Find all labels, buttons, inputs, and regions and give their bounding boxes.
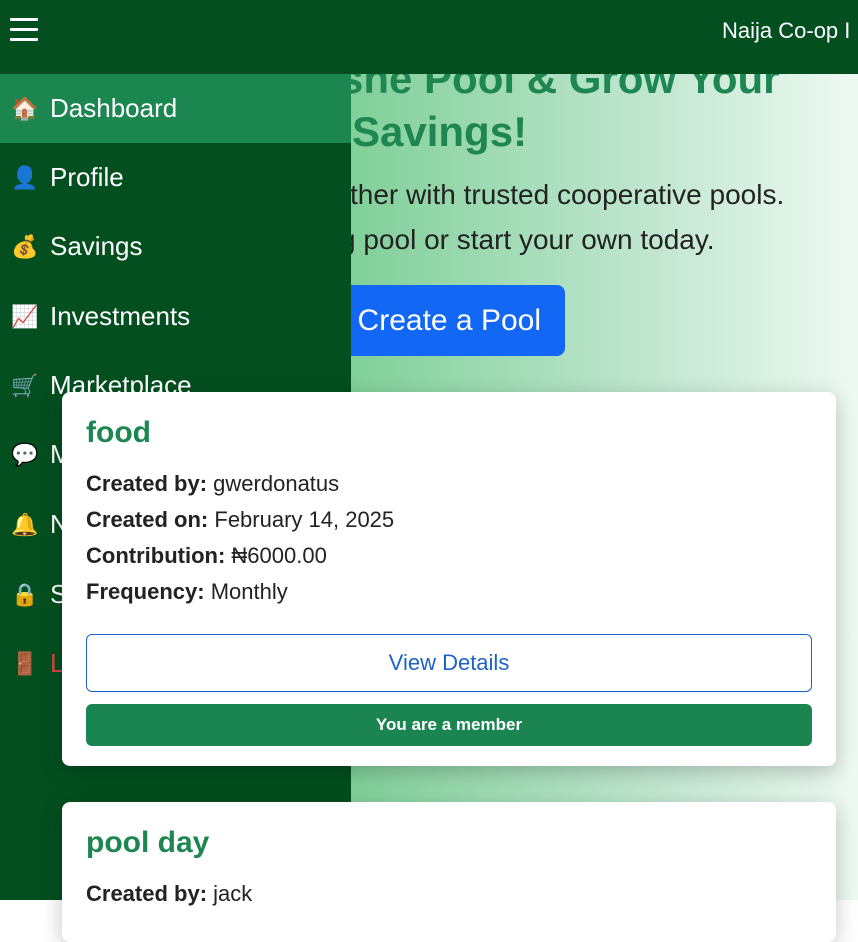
hero-subtitle-line1: ther with trusted cooperative pools. — [350, 179, 785, 210]
field-label: Created by: — [86, 881, 208, 906]
field-label: Created by: — [86, 471, 208, 496]
field-label: Frequency: — [86, 579, 205, 604]
sidebar-item-investments[interactable]: 📈 Investments — [0, 282, 351, 351]
pool-created-by: Created by: jack — [86, 876, 812, 912]
chat-icon: 💬 — [11, 441, 39, 467]
cart-icon: 🛒 — [11, 372, 39, 398]
hamburger-icon[interactable] — [10, 16, 38, 44]
brand-name[interactable]: Naija Co-op I — [722, 18, 850, 44]
lock-icon: 🔒 — [11, 581, 39, 607]
hero-title-line2: Savings! — [352, 108, 528, 155]
view-details-button[interactable]: View Details — [86, 634, 812, 692]
pool-card: pool day Created by: jack — [62, 802, 836, 942]
user-icon: 👤 — [11, 164, 39, 190]
top-navbar: Naija Co-op I — [0, 0, 858, 74]
sidebar-item-label: Investments — [50, 301, 191, 331]
field-label: Contribution: — [86, 543, 226, 568]
sidebar-item-profile[interactable]: 👤 Profile — [0, 143, 351, 212]
pool-created-by: Created by: gwerdonatus — [86, 466, 812, 502]
pool-contribution: Contribution: ₦6000.00 — [86, 538, 812, 574]
pool-card: food Created by: gwerdonatus Created on:… — [62, 392, 836, 766]
chart-icon: 📈 — [11, 303, 39, 329]
sidebar-item-label: Savings — [50, 231, 143, 261]
field-label: Created on: — [86, 507, 209, 532]
hero-subtitle-line2: g pool or start your own today. — [340, 224, 715, 255]
create-pool-button[interactable]: Create a Pool — [330, 285, 565, 356]
field-value: gwerdonatus — [213, 471, 340, 496]
bell-icon: 🔔 — [11, 511, 39, 537]
field-value: ₦6000.00 — [231, 543, 327, 568]
sidebar-item-label: Profile — [50, 162, 124, 192]
sidebar-item-savings[interactable]: 💰 Savings — [0, 212, 351, 281]
field-value: February 14, 2025 — [214, 507, 395, 532]
sidebar-item-dashboard[interactable]: 🏠 Dashboard — [0, 74, 351, 143]
field-value: Monthly — [210, 579, 288, 604]
pool-title: pool day — [86, 826, 210, 859]
house-icon: 🏠 — [11, 95, 39, 121]
pool-title: food — [86, 416, 151, 449]
pool-created-on: Created on: February 14, 2025 — [86, 502, 812, 538]
field-value: jack — [213, 881, 253, 906]
pool-frequency: Frequency: Monthly — [86, 574, 812, 610]
money-bag-icon: 💰 — [11, 233, 39, 259]
member-status-badge: You are a member — [86, 704, 812, 746]
sidebar-item-label: Dashboard — [50, 93, 178, 123]
door-icon: 🚪 — [11, 650, 39, 676]
